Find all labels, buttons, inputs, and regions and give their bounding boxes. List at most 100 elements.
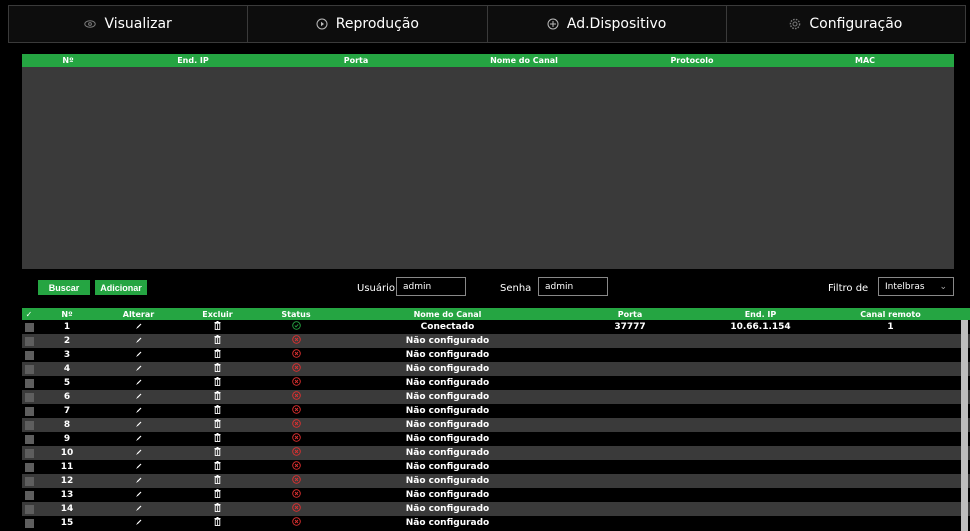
- buscar-button[interactable]: Buscar: [38, 280, 90, 295]
- col-header[interactable]: Porta: [559, 308, 701, 320]
- delete-button[interactable]: [179, 502, 256, 516]
- device-search-list[interactable]: Nº End. IP Porta Nome do Canal Protocolo…: [22, 54, 954, 269]
- remote-channel: [820, 348, 961, 362]
- edit-button[interactable]: [98, 432, 179, 446]
- delete-button[interactable]: [179, 460, 256, 474]
- delete-button[interactable]: [179, 362, 256, 376]
- tab-configuracao[interactable]: Configuração: [727, 6, 965, 42]
- select-all-checkbox[interactable]: ✓: [22, 308, 36, 320]
- row-checkbox[interactable]: [22, 516, 36, 530]
- senha-input[interactable]: [538, 277, 608, 296]
- delete-button[interactable]: [179, 516, 256, 530]
- table-row[interactable]: 11 Não configurado: [22, 460, 970, 474]
- edit-button[interactable]: [98, 404, 179, 418]
- col-header[interactable]: End. IP: [701, 308, 820, 320]
- edit-button[interactable]: [98, 502, 179, 516]
- channel-rows: 1 Conectado 37777 10.66.1.154 1 2 Não co…: [22, 320, 970, 530]
- col-header[interactable]: Protocolo: [608, 56, 776, 65]
- table-row[interactable]: 14 Não configurado: [22, 502, 970, 516]
- delete-button[interactable]: [179, 474, 256, 488]
- edit-button[interactable]: [98, 516, 179, 530]
- pencil-icon: [135, 476, 143, 487]
- table-row[interactable]: 7 Não configurado: [22, 404, 970, 418]
- edit-button[interactable]: [98, 362, 179, 376]
- filtro-value: Intelbras: [885, 281, 925, 292]
- row-checkbox[interactable]: [22, 502, 36, 516]
- channel-port: [559, 418, 701, 432]
- col-header[interactable]: Nº: [22, 56, 114, 65]
- edit-button[interactable]: [98, 488, 179, 502]
- delete-button[interactable]: [179, 432, 256, 446]
- delete-button[interactable]: [179, 446, 256, 460]
- table-row[interactable]: 6 Não configurado: [22, 390, 970, 404]
- table-row[interactable]: 12 Não configurado: [22, 474, 970, 488]
- col-header[interactable]: Nome do Canal: [336, 308, 559, 320]
- col-header[interactable]: Status: [256, 308, 336, 320]
- row-checkbox[interactable]: [22, 320, 36, 334]
- delete-button[interactable]: [179, 334, 256, 348]
- edit-button[interactable]: [98, 320, 179, 334]
- row-checkbox[interactable]: [22, 460, 36, 474]
- row-checkbox[interactable]: [22, 446, 36, 460]
- row-checkbox[interactable]: [22, 362, 36, 376]
- delete-button[interactable]: [179, 488, 256, 502]
- table-row[interactable]: 10 Não configurado: [22, 446, 970, 460]
- row-checkbox[interactable]: [22, 348, 36, 362]
- edit-button[interactable]: [98, 348, 179, 362]
- delete-button[interactable]: [179, 320, 256, 334]
- channel-port: [559, 334, 701, 348]
- col-header[interactable]: MAC: [776, 56, 954, 65]
- col-header[interactable]: Nº: [36, 308, 98, 320]
- row-checkbox[interactable]: [22, 418, 36, 432]
- filtro-select[interactable]: Intelbras ⌄: [878, 277, 954, 296]
- table-row[interactable]: 3 Não configurado: [22, 348, 970, 362]
- channel-ip: [701, 348, 820, 362]
- row-checkbox[interactable]: [22, 432, 36, 446]
- edit-button[interactable]: [98, 390, 179, 404]
- delete-button[interactable]: [179, 418, 256, 432]
- row-checkbox[interactable]: [22, 390, 36, 404]
- tab-visualizar[interactable]: Visualizar: [9, 6, 249, 42]
- table-row[interactable]: 2 Não configurado: [22, 334, 970, 348]
- edit-button[interactable]: [98, 334, 179, 348]
- edit-button[interactable]: [98, 376, 179, 390]
- delete-button[interactable]: [179, 390, 256, 404]
- table-row[interactable]: 4 Não configurado: [22, 362, 970, 376]
- channel-list[interactable]: ✓ Nº Alterar Excluir Status Nome do Cana…: [22, 308, 970, 531]
- status-cell: [256, 404, 336, 418]
- col-header[interactable]: Porta: [272, 56, 440, 65]
- row-checkbox[interactable]: [22, 376, 36, 390]
- col-header[interactable]: End. IP: [114, 56, 272, 65]
- row-checkbox[interactable]: [22, 488, 36, 502]
- edit-button[interactable]: [98, 418, 179, 432]
- row-checkbox[interactable]: [22, 404, 36, 418]
- tab-ad-dispositivo[interactable]: Ad.Dispositivo: [488, 6, 727, 42]
- row-checkbox[interactable]: [22, 334, 36, 348]
- adicionar-button[interactable]: Adicionar: [95, 280, 147, 295]
- table-row[interactable]: 13 Não configurado: [22, 488, 970, 502]
- tab-reproducao[interactable]: Reprodução: [248, 6, 488, 42]
- table-row[interactable]: 9 Não configurado: [22, 432, 970, 446]
- col-header[interactable]: Excluir: [179, 308, 256, 320]
- col-header[interactable]: Canal remoto: [820, 308, 961, 320]
- edit-button[interactable]: [98, 460, 179, 474]
- pencil-icon: [135, 434, 143, 445]
- edit-button[interactable]: [98, 474, 179, 488]
- channel-port: [559, 516, 701, 530]
- delete-button[interactable]: [179, 348, 256, 362]
- col-header[interactable]: Nome do Canal: [440, 56, 608, 65]
- col-header[interactable]: Alterar: [98, 308, 179, 320]
- error-icon: [291, 405, 301, 417]
- table-row[interactable]: 1 Conectado 37777 10.66.1.154 1: [22, 320, 970, 334]
- table-row[interactable]: 8 Não configurado: [22, 418, 970, 432]
- scrollbar[interactable]: [961, 320, 968, 531]
- edit-button[interactable]: [98, 446, 179, 460]
- delete-button[interactable]: [179, 376, 256, 390]
- tab-label: Configuração: [809, 16, 903, 32]
- channel-ip: [701, 516, 820, 530]
- table-row[interactable]: 5 Não configurado: [22, 376, 970, 390]
- table-row[interactable]: 15 Não configurado: [22, 516, 970, 530]
- row-checkbox[interactable]: [22, 474, 36, 488]
- usuario-input[interactable]: [396, 277, 466, 296]
- delete-button[interactable]: [179, 404, 256, 418]
